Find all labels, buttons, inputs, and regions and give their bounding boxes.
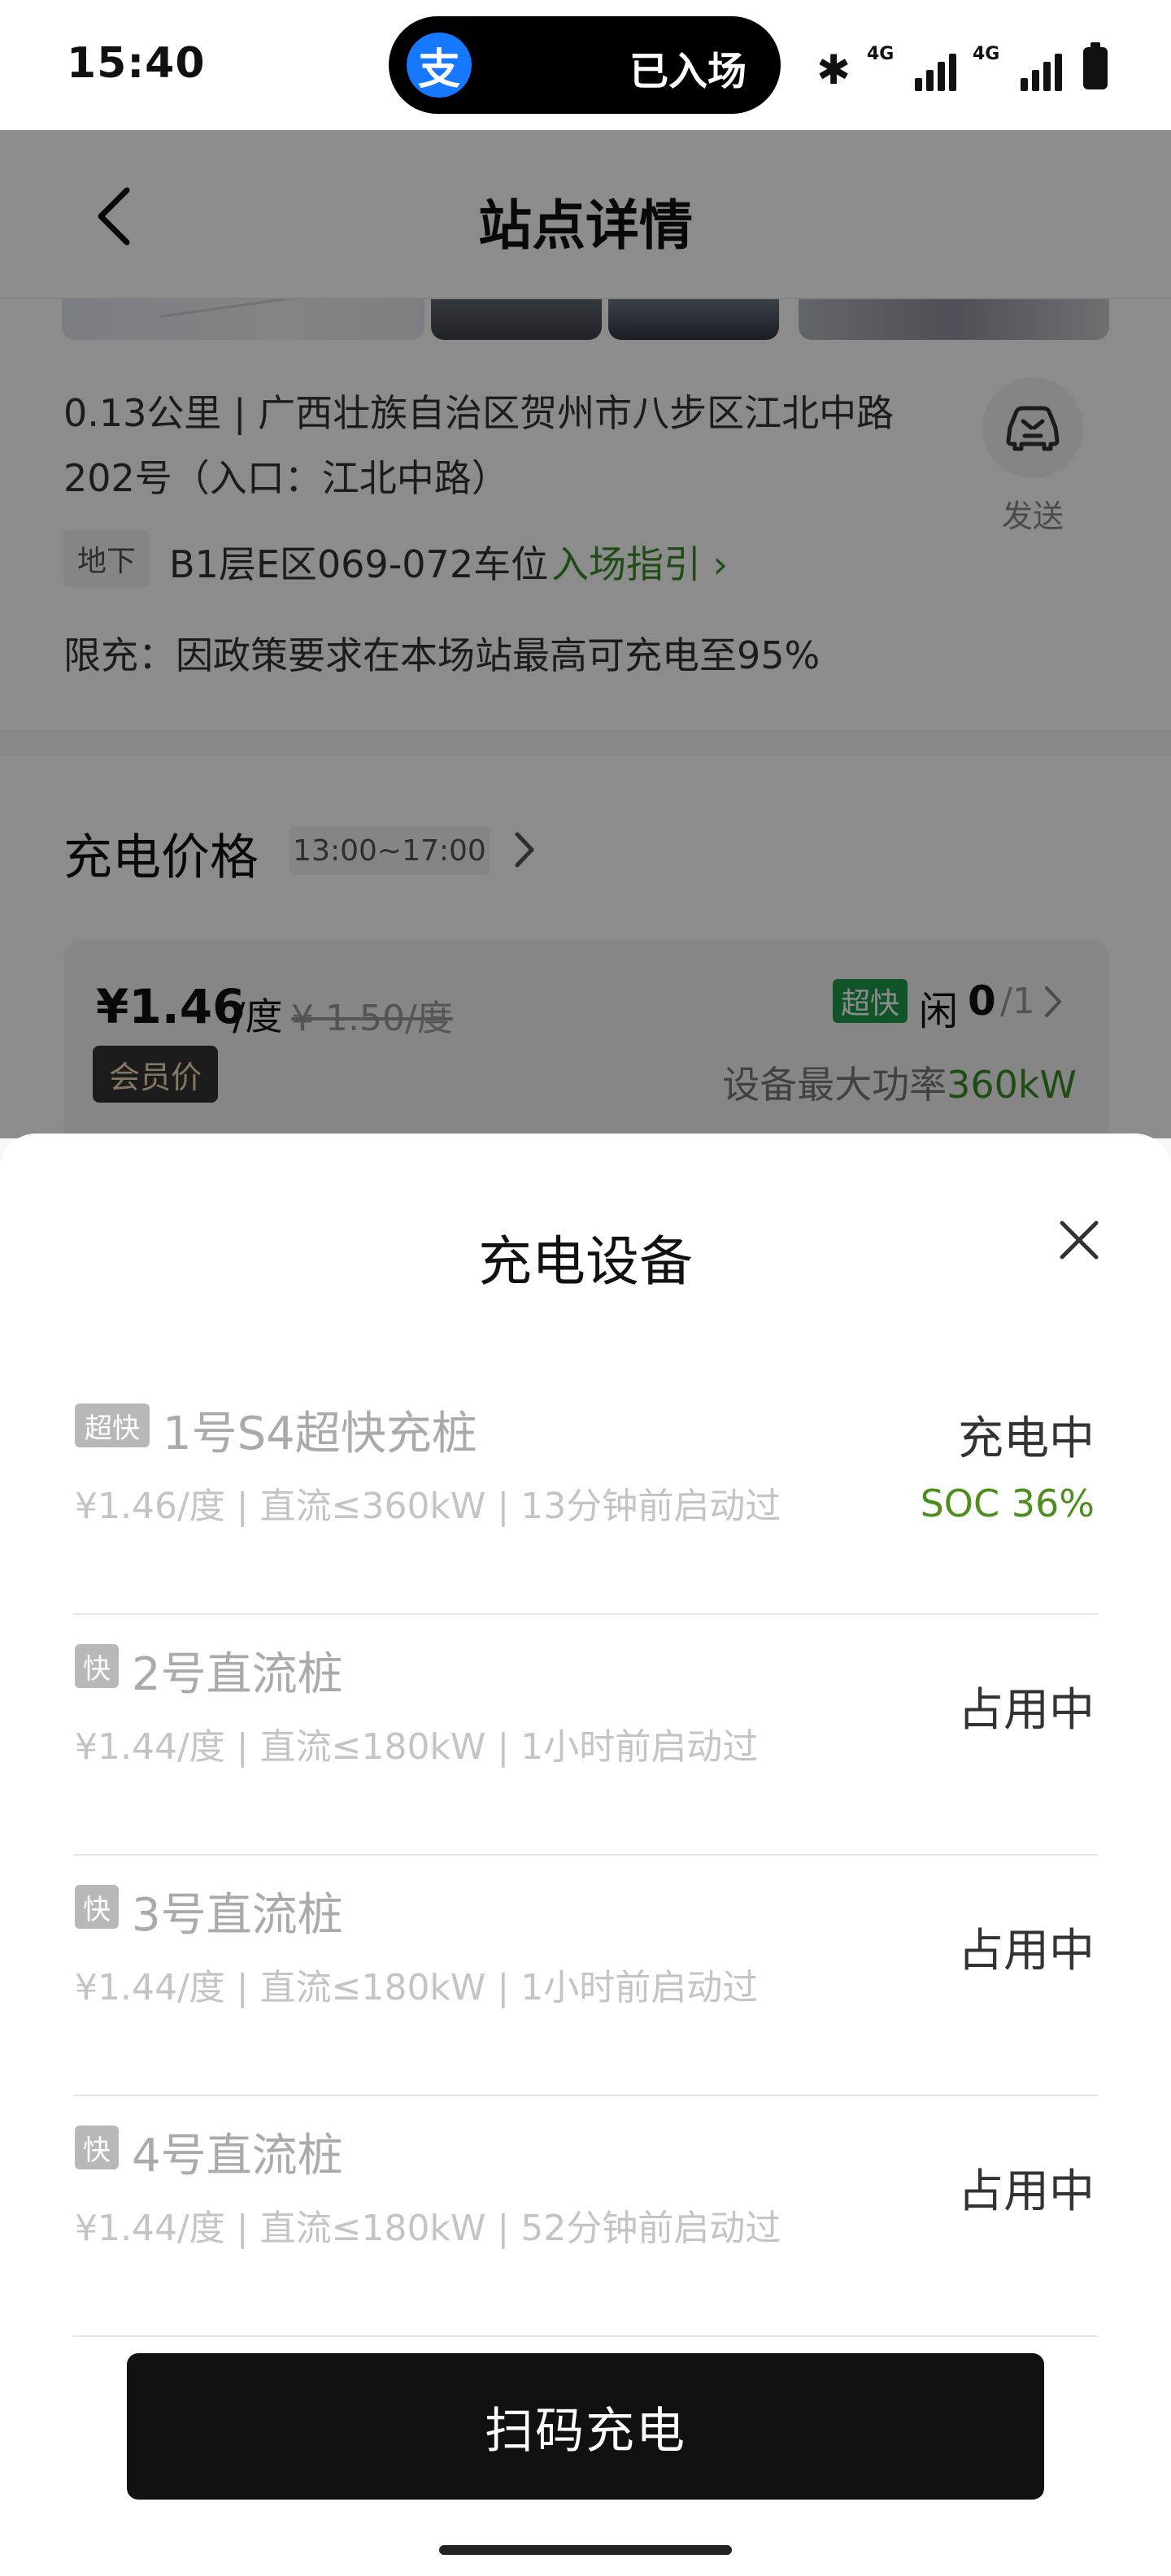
island-status-text: 已入场 [629, 49, 747, 94]
home-indicator[interactable] [439, 2545, 732, 2555]
bluetooth-icon: ✱ [816, 46, 851, 94]
pile-name: 3号直流桩 [132, 1889, 343, 1942]
pile-item-3[interactable]: 快 3号直流桩 ¥1.44/度 | 直流≤180kW | 1小时前启动过 占用中 [73, 1856, 1098, 2096]
pile-type-badge: 快 [75, 1644, 119, 1688]
pile-name: 4号直流桩 [132, 2130, 343, 2182]
dynamic-island[interactable]: 支 已入场 [389, 16, 781, 114]
pile-meta: ¥1.44/度 | 直流≤180kW | 1小时前启动过 [75, 1967, 759, 2008]
pile-status: 占用中 [958, 1925, 1095, 1978]
pile-type-badge: 快 [75, 1885, 119, 1929]
close-icon[interactable] [1054, 1215, 1104, 1265]
status-bar: 15:40 支 已入场 ✱ 4G 4G [0, 0, 1171, 130]
scan-to-charge-button[interactable]: 扫码充电 [127, 2353, 1044, 2500]
pile-type-badge: 超快 [75, 1403, 150, 1447]
pile-status: 占用中 [958, 2165, 1095, 2218]
pile-meta: ¥1.44/度 | 直流≤180kW | 52分钟前启动过 [75, 2208, 781, 2249]
pile-meta: ¥1.44/度 | 直流≤180kW | 1小时前启动过 [75, 1726, 759, 1768]
system-icons: ✱ 4G 4G [816, 34, 1108, 93]
pile-name: 1号S4超快充桩 [163, 1408, 477, 1460]
status-time: 15:40 [67, 39, 206, 88]
modal-backdrop[interactable] [0, 130, 1171, 1138]
battery-icon [1083, 42, 1108, 89]
pile-type-badge: 快 [75, 2126, 119, 2169]
signal-icon: 4G [867, 44, 956, 93]
pile-status: 占用中 [958, 1684, 1095, 1737]
pile-name: 2号直流桩 [132, 1648, 343, 1701]
sheet-title: 充电设备 [478, 1230, 693, 1293]
pile-item-4[interactable]: 快 4号直流桩 ¥1.44/度 | 直流≤180kW | 52分钟前启动过 占用… [73, 2096, 1098, 2337]
charging-equipment-sheet: 充电设备 超快 1号S4超快充桩 ¥1.46/度 | 直流≤360kW | 13… [0, 1134, 1171, 2576]
network-type-label: 4G [867, 44, 895, 64]
pile-soc: SOC 36% [920, 1482, 1095, 1525]
signal-icon-2: 4G [973, 44, 1062, 93]
pile-item-2[interactable]: 快 2号直流桩 ¥1.44/度 | 直流≤180kW | 1小时前启动过 占用中 [73, 1615, 1098, 1856]
pile-item-1[interactable]: 超快 1号S4超快充桩 ¥1.46/度 | 直流≤360kW | 13分钟前启动… [73, 1374, 1098, 1615]
pile-status: 充电中 [958, 1412, 1095, 1465]
network-type-label-2: 4G [973, 44, 1000, 64]
alipay-logo-icon: 支 [407, 33, 472, 98]
pile-meta: ¥1.46/度 | 直流≤360kW | 13分钟前启动过 [75, 1486, 781, 1527]
